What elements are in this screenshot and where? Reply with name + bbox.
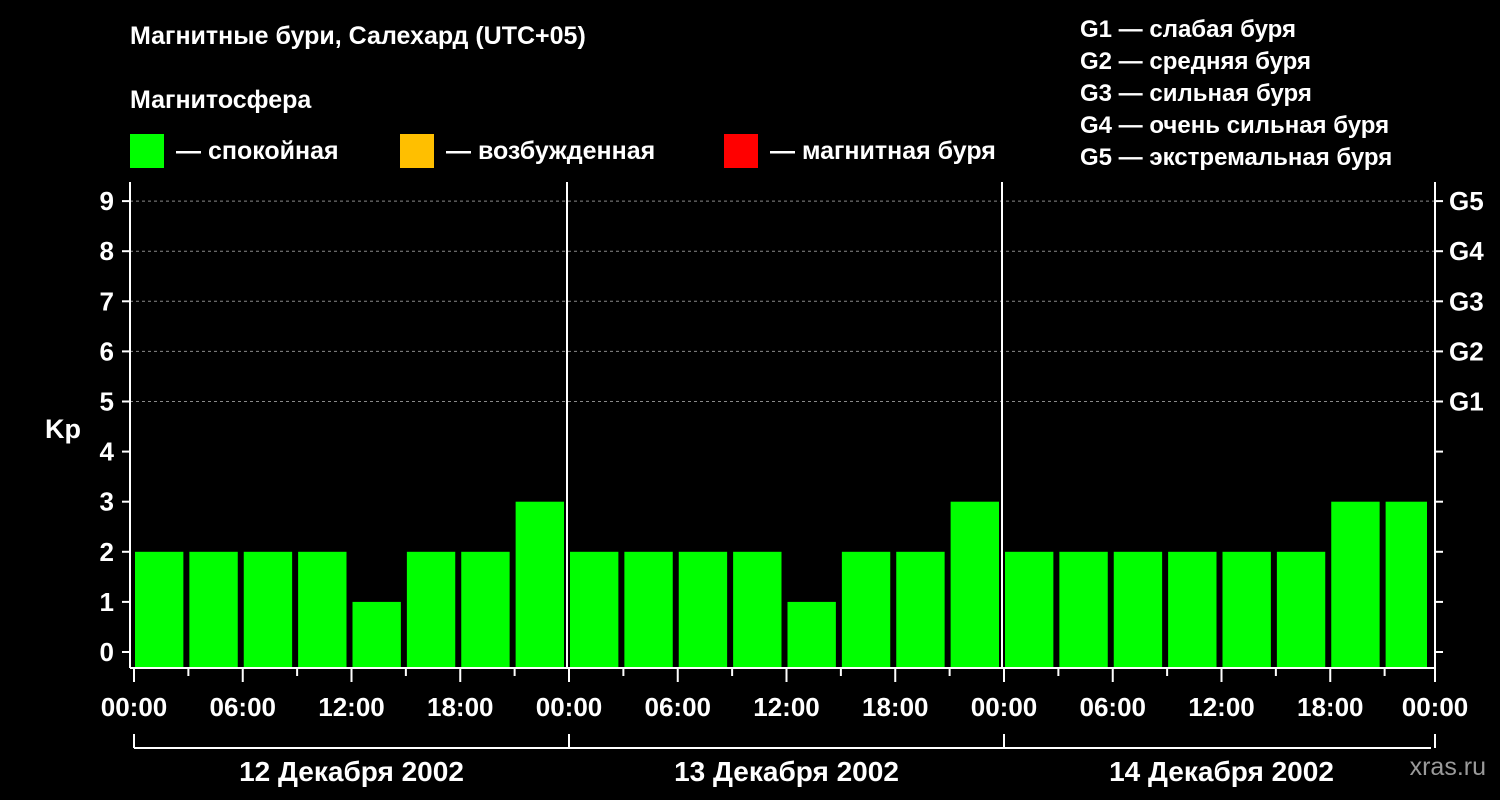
kp-bar: [841, 551, 891, 667]
kp-bar: [352, 601, 401, 667]
x-tick-label: 00:00: [1402, 692, 1469, 722]
kp-bar: [950, 501, 999, 667]
y-tick-label: 6: [100, 336, 114, 366]
kp-bar: [1168, 551, 1217, 667]
y-tick-label: 9: [100, 186, 114, 216]
kp-bar: [678, 551, 728, 667]
x-tick-label: 00:00: [536, 692, 603, 722]
x-tick-label: 18:00: [427, 692, 494, 722]
y-tick-label: 8: [100, 236, 114, 266]
y-tick-label: 7: [100, 286, 114, 316]
x-tick-label: 12:00: [753, 692, 820, 722]
kp-bar: [189, 551, 238, 667]
x-tick-label: 06:00: [1080, 692, 1147, 722]
storm-level-label: G5: [1449, 186, 1484, 216]
kp-bar: [298, 551, 347, 667]
kp-bar: [135, 551, 184, 667]
storm-level-label: G2: [1449, 336, 1484, 366]
x-tick-label: 00:00: [101, 692, 168, 722]
x-tick-label: 18:00: [862, 692, 929, 722]
y-tick-label: 3: [100, 487, 114, 517]
kp-bar: [243, 551, 293, 667]
x-tick-label: 18:00: [1297, 692, 1364, 722]
x-tick-label: 12:00: [1188, 692, 1255, 722]
kp-bar: [515, 501, 564, 667]
kp-bar: [1276, 551, 1326, 667]
x-tick-label: 06:00: [210, 692, 277, 722]
kp-bar: [1331, 501, 1380, 667]
y-tick-label: 2: [100, 537, 114, 567]
kp-bar: [733, 551, 782, 667]
x-tick-label: 00:00: [971, 692, 1038, 722]
kp-bar: [1113, 551, 1163, 667]
kp-bar: [1005, 551, 1054, 667]
y-tick-label: 0: [100, 637, 114, 667]
kp-bar: [461, 551, 510, 667]
kp-bar: [1059, 551, 1108, 667]
watermark: xras.ru: [1409, 753, 1486, 781]
kp-bar: [406, 551, 456, 667]
kp-bar: [896, 551, 945, 667]
kp-bar-chart: 0 1 2 3 4 5 6 7 8 9 G1 G2 G3 G4 G5 Kp 00:00 06:00 12:00 18:…: [45, 182, 1484, 787]
day-label: 12 Декабря 2002: [239, 756, 464, 787]
storm-level-label: G3: [1449, 286, 1484, 316]
storm-level-label: G4: [1449, 236, 1484, 266]
x-tick-label: 06:00: [645, 692, 712, 722]
kp-bar: [1385, 501, 1427, 667]
kp-bar: [570, 551, 619, 667]
y-tick-label: 5: [100, 387, 114, 417]
storm-level-label: G1: [1449, 387, 1484, 417]
x-tick-label: 12:00: [318, 692, 385, 722]
day-label: 14 Декабря 2002: [1109, 756, 1334, 787]
day-label: 13 Декабря 2002: [674, 756, 899, 787]
kp-bar: [787, 601, 836, 667]
kp-bar: [1222, 551, 1271, 667]
y-tick-label: 4: [100, 437, 115, 467]
kp-bar: [624, 551, 673, 667]
y-tick-label: 1: [100, 587, 114, 617]
y-axis-title: Kp: [45, 414, 81, 444]
